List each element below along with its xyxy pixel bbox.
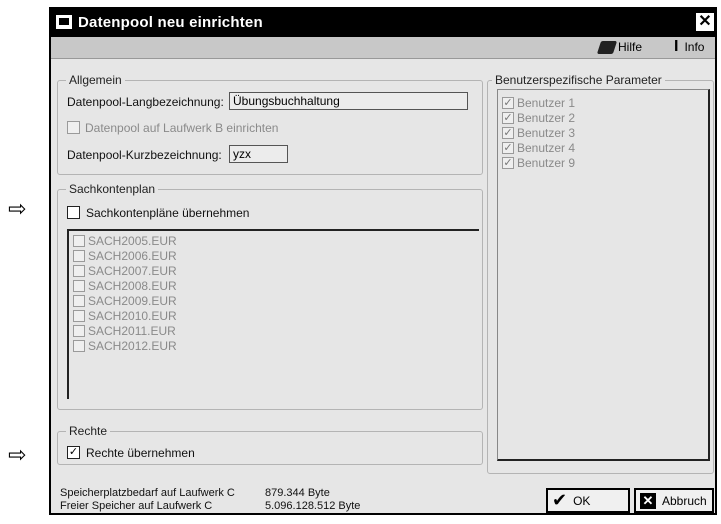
user-list[interactable]: ✓ Benutzer 1 ✓ Benutzer 2 ✓ Benutzer 3 ✓ Ben… [497, 89, 710, 461]
accounts-legend: Sachkontenplan [66, 182, 159, 196]
required-space-label: Speicherplatzbedarf auf Laufwerk C [60, 487, 235, 499]
short-name-input[interactable]: yzx [229, 145, 288, 163]
adopt-accounts-label: Sachkontenpläne übernehmen [86, 206, 250, 220]
list-item-checkbox[interactable] [73, 265, 85, 277]
close-button[interactable]: ✕ [695, 12, 715, 32]
list-item-label: SACH2012.EUR [88, 339, 177, 353]
short-name-label: Datenpool-Kurzbezeichnung: [67, 148, 222, 162]
list-item[interactable]: ✓ Benutzer 4 [502, 141, 575, 155]
info-cursor-icon: I [674, 38, 679, 55]
free-space-label: Freier Speicher auf Laufwerk C [60, 500, 213, 512]
user-checkbox[interactable]: ✓ [502, 142, 514, 154]
list-item-label: SACH2011.EUR [88, 324, 176, 338]
list-item-label: SACH2005.EUR [88, 234, 177, 248]
rights-legend: Rechte [66, 424, 111, 438]
checkmark-icon: ✔ [552, 489, 568, 511]
list-item-checkbox[interactable] [73, 250, 85, 262]
user-label: Benutzer 1 [517, 96, 576, 110]
drive-b-checkbox[interactable] [67, 121, 80, 134]
list-item[interactable]: SACH2006.EUR [73, 249, 177, 263]
adopt-accounts-checkbox[interactable] [67, 206, 80, 219]
list-item-label: SACH2010.EUR [88, 309, 177, 323]
list-item[interactable]: SACH2010.EUR [73, 309, 177, 323]
list-item-label: SACH2006.EUR [88, 249, 177, 263]
drive-b-label: Datenpool auf Laufwerk B einrichten [85, 121, 279, 135]
list-item-checkbox[interactable] [73, 340, 85, 352]
list-item[interactable]: ✓ Benutzer 9 [502, 156, 575, 170]
list-item-checkbox[interactable] [73, 280, 85, 292]
user-checkbox[interactable]: ✓ [502, 97, 514, 109]
list-item-label: SACH2009.EUR [88, 294, 177, 308]
list-item-checkbox[interactable] [73, 235, 85, 247]
help-label: Hilfe [618, 40, 643, 54]
window-title: Datenpool neu einrichten [78, 14, 263, 31]
user-label: Benutzer 9 [517, 156, 576, 170]
list-item-checkbox[interactable] [73, 325, 85, 337]
info-label: Info [684, 40, 705, 54]
toolbar: Hilfe I Info [51, 37, 715, 59]
list-item[interactable]: ✓ Benutzer 1 [502, 96, 575, 110]
adopt-rights-label: Rechte übernehmen [86, 446, 195, 460]
accounts-list[interactable]: SACH2005.EUR SACH2006.EUR SACH2007.EUR S… [67, 229, 479, 399]
list-item[interactable]: SACH2009.EUR [73, 294, 177, 308]
list-item[interactable]: SACH2011.EUR [73, 324, 176, 338]
list-item[interactable]: SACH2012.EUR [73, 339, 177, 353]
help-book-icon [596, 40, 618, 54]
list-item-label: SACH2008.EUR [88, 279, 177, 293]
long-name-input[interactable]: Übungsbuchhaltung [229, 92, 468, 110]
free-space-value: 5.096.128.512 Byte [265, 500, 361, 512]
required-space-value: 879.344 Byte [265, 487, 330, 499]
list-item-checkbox[interactable] [73, 295, 85, 307]
list-item[interactable]: SACH2007.EUR [73, 264, 177, 278]
ok-button[interactable]: ✔ OK [546, 488, 630, 513]
ok-label: OK [573, 493, 591, 508]
general-legend: Allgemein [66, 73, 125, 87]
user-label: Benutzer 2 [517, 111, 576, 125]
title-bar: Datenpool neu einrichten ✕ [51, 9, 715, 37]
adopt-rights-checkbox[interactable]: ✓ [67, 446, 80, 459]
long-name-label: Datenpool-Langbezeichnung: [67, 95, 224, 109]
list-item[interactable]: ✓ Benutzer 2 [502, 111, 575, 125]
list-item[interactable]: SACH2008.EUR [73, 279, 177, 293]
list-item-checkbox[interactable] [73, 310, 85, 322]
close-icon: ✕ [640, 492, 656, 509]
user-checkbox[interactable]: ✓ [502, 157, 514, 169]
user-params-legend: Benutzerspezifische Parameter [492, 73, 665, 87]
app-icon [56, 15, 72, 29]
user-checkbox[interactable]: ✓ [502, 127, 514, 139]
cancel-label: Abbruch [662, 493, 707, 508]
help-button[interactable]: Hilfe [596, 40, 643, 54]
annotation-arrow-icon: ⇨ [8, 443, 27, 468]
user-label: Benutzer 3 [517, 126, 576, 140]
cancel-button[interactable]: ✕ Abbruch [634, 488, 714, 513]
annotation-arrow-icon: ⇨ [8, 197, 27, 222]
user-checkbox[interactable]: ✓ [502, 112, 514, 124]
info-button[interactable]: I Info [674, 38, 705, 55]
user-label: Benutzer 4 [517, 141, 576, 155]
list-item-label: SACH2007.EUR [88, 264, 177, 278]
list-item[interactable]: SACH2005.EUR [73, 234, 177, 248]
list-item[interactable]: ✓ Benutzer 3 [502, 126, 575, 140]
